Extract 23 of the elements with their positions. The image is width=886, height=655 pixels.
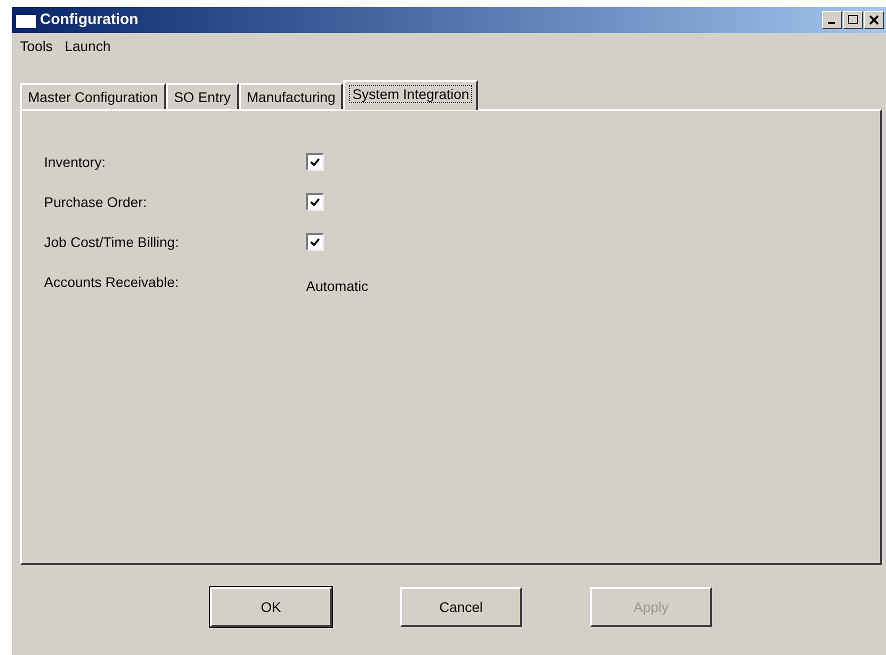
dialog-button[interactable]: Cancel bbox=[400, 587, 522, 627]
check-icon bbox=[310, 157, 320, 167]
maximize-icon[interactable] bbox=[843, 11, 863, 29]
tab[interactable]: SO Entry bbox=[166, 83, 239, 109]
minimize-icon[interactable] bbox=[822, 11, 842, 29]
checkbox[interactable] bbox=[306, 233, 324, 251]
checkbox[interactable] bbox=[306, 153, 324, 171]
field-value: Automatic bbox=[306, 276, 368, 296]
tab[interactable]: System Integration bbox=[343, 80, 478, 110]
tab[interactable]: Master Configuration bbox=[20, 83, 166, 109]
field-label: Inventory: bbox=[44, 152, 106, 172]
window-title: Configuration bbox=[40, 10, 138, 30]
check-icon bbox=[310, 237, 320, 247]
menu-item[interactable]: Launch bbox=[64, 36, 111, 56]
checkbox[interactable] bbox=[306, 193, 324, 211]
window-icon bbox=[16, 12, 36, 28]
check-icon bbox=[310, 197, 320, 207]
close-icon[interactable] bbox=[864, 11, 884, 29]
menu-item[interactable]: Tools bbox=[20, 36, 53, 56]
dialog-button[interactable]: OK bbox=[210, 587, 332, 627]
field-label: Accounts Receivable: bbox=[44, 272, 180, 292]
field-label: Purchase Order: bbox=[44, 192, 148, 212]
field-label: Job Cost/Time Billing: bbox=[44, 232, 180, 252]
